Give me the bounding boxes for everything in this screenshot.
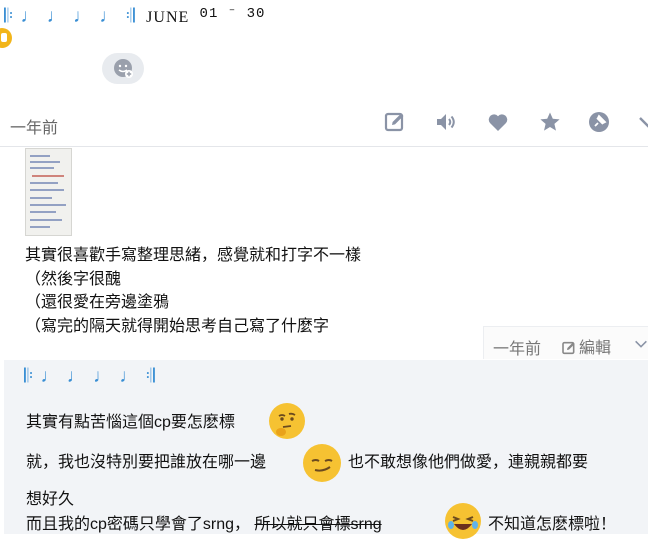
chevron-down-icon	[639, 117, 648, 128]
post-line: 其實很喜歡手寫整理思緒，感覺就和打字不一樣	[25, 247, 362, 264]
thinking-face-icon	[269, 403, 305, 439]
lock-icon	[0, 28, 12, 48]
comment-line: 想好久	[26, 491, 75, 508]
comment-line: 而且我的cp密碼只學會了srng， 所以就只會標srng	[26, 510, 382, 534]
edit-icon	[384, 112, 404, 132]
strikethrough-text: 所以就只會標srng	[254, 516, 382, 533]
post-body: 其實很喜歡手寫整理思緒，感覺就和打字不一樣 （然後字很醜 （還很愛在旁邊塗鴉 （…	[25, 244, 361, 338]
star-icon	[540, 112, 560, 131]
favorite-button[interactable]	[538, 110, 562, 134]
post-line: （寫完的隔天就得開始思考自己寫了什麼字	[25, 317, 330, 335]
speaker-icon	[437, 114, 455, 130]
edit-comment-button[interactable]: 編輯	[561, 334, 611, 358]
comment-line: 不知道怎麽標啦！	[488, 516, 617, 533]
comment-line: 也不敢想像他們做愛，連親親都要	[348, 454, 589, 471]
smirk-face-icon	[303, 444, 341, 482]
header-author-line[interactable]: 𝄆 ♩ ♩ ♩ ♩ 𝄇 JUNE 01 ⁻ 30	[4, 6, 265, 28]
add-emoji-icon	[114, 59, 133, 78]
post-line: （還很愛在旁邊塗鴉	[25, 294, 170, 311]
add-emoji-button[interactable]	[102, 53, 144, 84]
like-button[interactable]	[486, 110, 510, 134]
month-label: JUNE	[146, 9, 190, 26]
comment-timestamp[interactable]: 一年前	[493, 335, 541, 359]
edit-label: 編輯	[579, 340, 612, 357]
divider	[0, 146, 648, 147]
chevron-down-icon	[635, 340, 647, 348]
more-menu-button[interactable]	[636, 110, 648, 134]
comment-line: 其實有點苦惱這個cp要怎麽標	[26, 414, 235, 431]
comment-more-button[interactable]	[632, 336, 648, 357]
heart-icon	[488, 114, 508, 131]
pin-button[interactable]	[587, 110, 611, 134]
date-range: 01 ⁻ 30	[199, 6, 266, 22]
edit-button[interactable]	[383, 110, 407, 134]
author-name[interactable]: 𝄆 ♩ ♩ ♩ ♩ 𝄇	[4, 6, 136, 27]
speak-button[interactable]	[434, 110, 458, 134]
post-timestamp[interactable]: 一年前	[10, 114, 58, 138]
comment-text: 而且我的cp密碼只學會了srng，	[26, 516, 251, 533]
comment-line: 就，我也沒特別要把誰放在哪一邊	[26, 454, 267, 471]
comment-author[interactable]: 𝄆 ♩ ♩ ♩ ♩ 𝄇	[24, 366, 156, 388]
edit-icon	[562, 341, 575, 355]
post-line: （然後字很醜	[25, 270, 122, 288]
post-image-thumbnail[interactable]	[25, 148, 72, 236]
pin-icon	[589, 112, 609, 132]
